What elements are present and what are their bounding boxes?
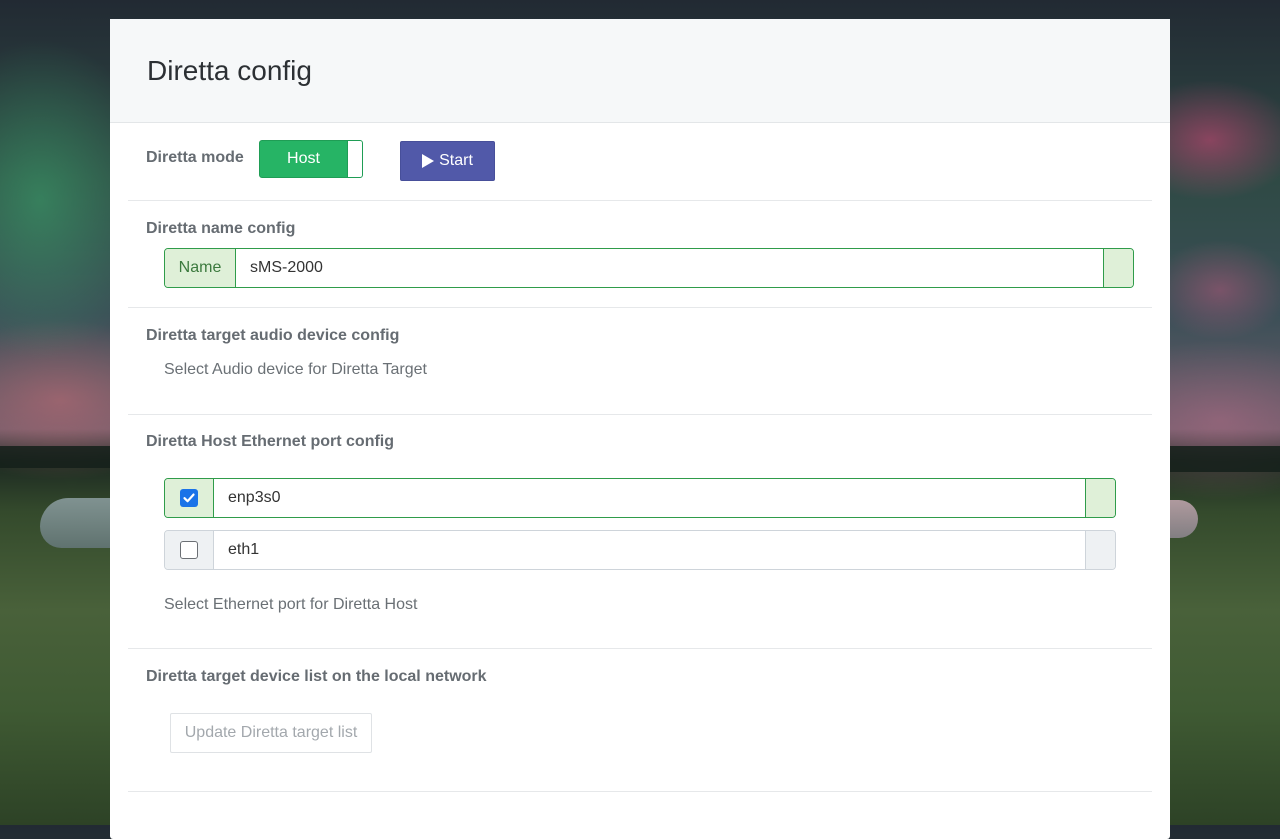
ethernet-row-tail	[1085, 479, 1115, 517]
ethernet-check-cell	[165, 479, 214, 517]
ethernet-hint: Select Ethernet port for Diretta Host	[164, 596, 418, 613]
update-target-list-button[interactable]: Update Diretta target list	[170, 713, 372, 753]
target-list-label: Diretta target device list on the local …	[146, 668, 487, 685]
ethernet-port-row[interactable]: enp3s0	[164, 478, 1116, 518]
name-config-label: Diretta name config	[146, 220, 296, 237]
ethernet-port-name: enp3s0	[228, 489, 281, 506]
background-water-left	[40, 498, 110, 548]
ethernet-port-row[interactable]: eth1	[164, 530, 1116, 570]
start-button[interactable]: Start	[400, 141, 495, 181]
ethernet-check-cell	[165, 531, 214, 569]
name-input[interactable]	[236, 249, 1103, 287]
card-header: Diretta config	[110, 19, 1170, 123]
ethernet-port-name: eth1	[228, 541, 260, 558]
mode-toggle[interactable]: Host	[259, 140, 363, 178]
page-title: Diretta config	[147, 54, 312, 86]
background-water-right	[1170, 500, 1198, 538]
ethernet-section: Diretta Host Ethernet port config enp3s0…	[128, 415, 1152, 649]
checkbox-checked-icon[interactable]	[180, 489, 198, 507]
ethernet-label: Diretta Host Ethernet port config	[146, 433, 395, 450]
name-addon: Name	[165, 249, 236, 287]
target-audio-label: Diretta target audio device config	[146, 327, 400, 344]
name-addon-right	[1103, 249, 1133, 287]
target-audio-section: Diretta target audio device config Selec…	[128, 308, 1152, 415]
mode-toggle-label: Host	[287, 150, 320, 167]
start-button-label: Start	[439, 152, 473, 169]
name-section: Diretta name config Name	[128, 201, 1152, 308]
background-trees-left	[0, 446, 110, 468]
name-input-group: Name	[164, 248, 1134, 288]
checkbox-unchecked-icon[interactable]	[180, 541, 198, 559]
target-audio-hint: Select Audio device for Diretta Target	[164, 361, 427, 378]
mode-label: Diretta mode	[146, 149, 244, 166]
ethernet-row-tail	[1085, 531, 1115, 569]
play-icon	[422, 154, 435, 168]
background-trees-right	[1170, 446, 1280, 472]
config-card: Diretta config Diretta mode Host Start D…	[110, 19, 1170, 839]
toggle-handle	[347, 141, 362, 177]
